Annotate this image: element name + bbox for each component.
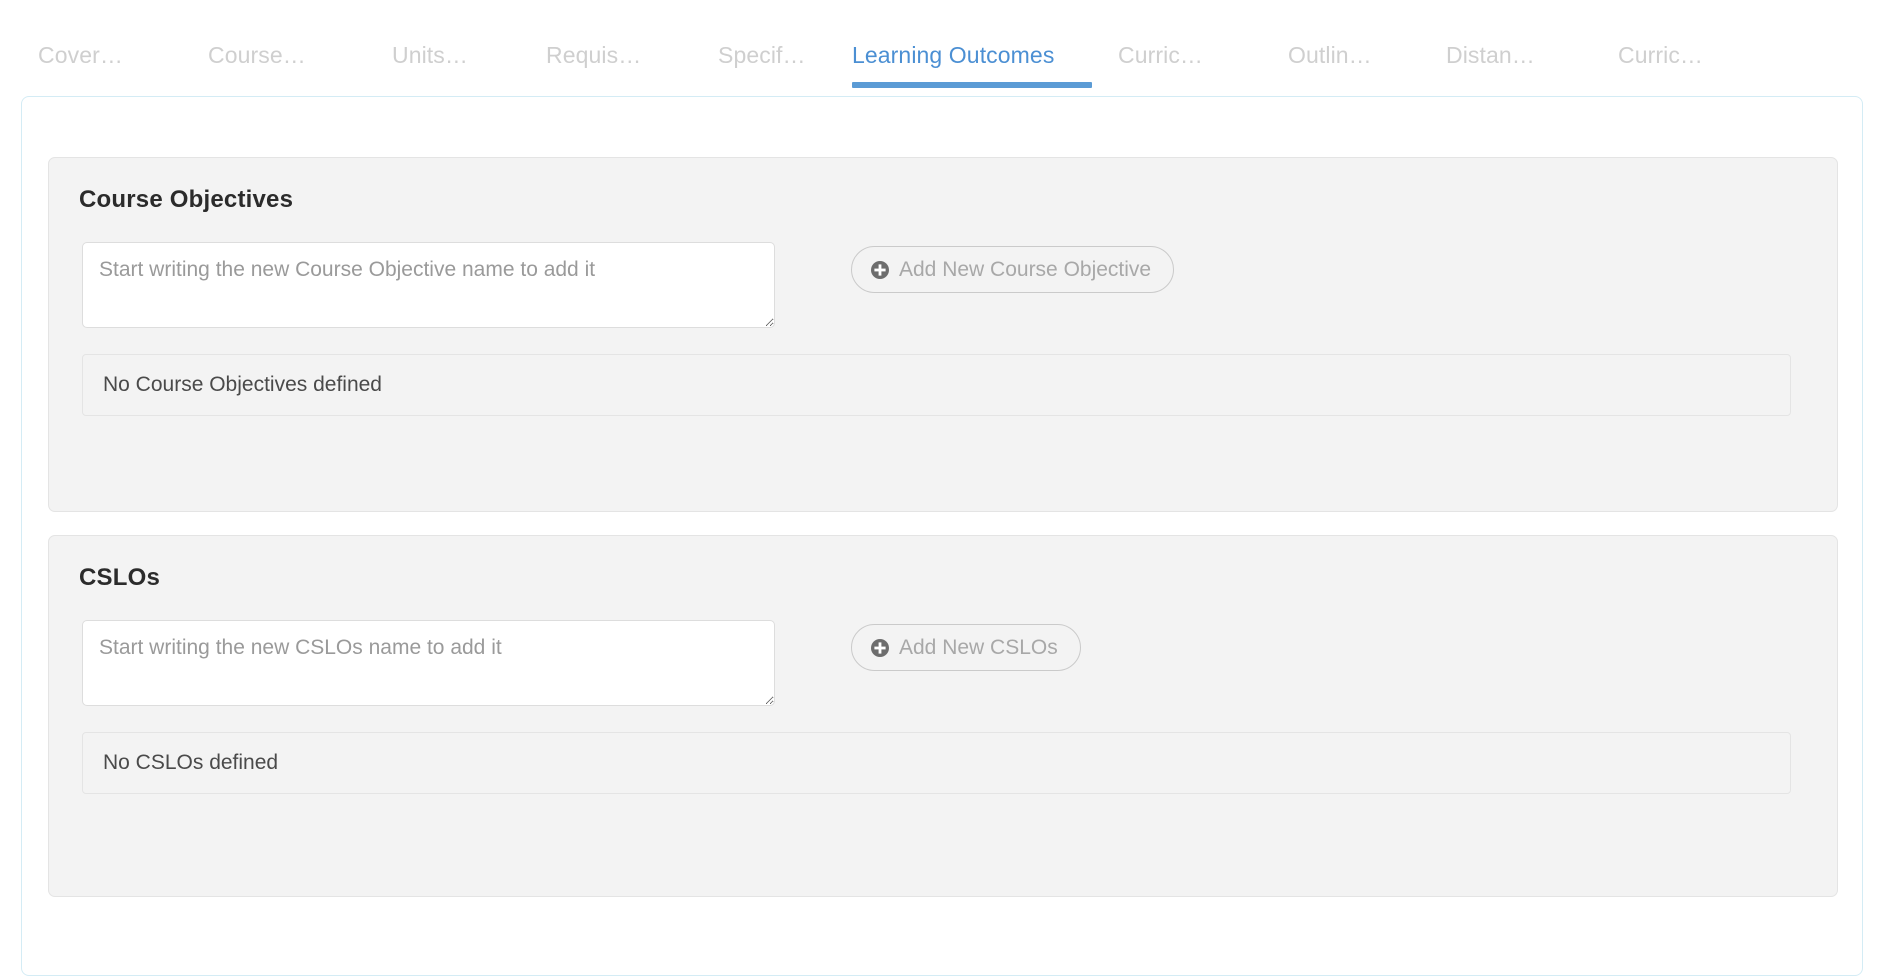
- new-course-objective-input[interactable]: [82, 242, 775, 328]
- tab-label: Distan…: [1446, 42, 1535, 68]
- tab-active-underline: [852, 82, 1092, 88]
- tab-label: Units…: [392, 42, 469, 68]
- tab-bar: Cover… Course… Units… Requis… Specif… Le…: [0, 0, 1888, 95]
- tab-cover[interactable]: Cover…: [38, 40, 142, 88]
- empty-message-text: No Course Objectives defined: [103, 373, 382, 396]
- tab-specifications[interactable]: Specif…: [718, 40, 822, 88]
- add-button-label: Add New CSLOs: [899, 635, 1058, 659]
- new-cslo-input[interactable]: [82, 620, 775, 706]
- tab-course[interactable]: Course…: [208, 40, 326, 88]
- tab-label: Course…: [208, 42, 306, 68]
- no-course-objectives-message: No Course Objectives defined: [82, 354, 1791, 416]
- no-cslos-message: No CSLOs defined: [82, 732, 1791, 794]
- add-button-label: Add New Course Objective: [899, 257, 1152, 281]
- tab-label: Learning Outcomes: [852, 42, 1055, 68]
- tab-label: Cover…: [38, 42, 123, 68]
- tab-learning-outcomes[interactable]: Learning Outcomes: [852, 40, 1092, 88]
- cslos-panel: CSLOs Add New CSLOs No CSLOs defined: [48, 535, 1838, 897]
- tab-outline[interactable]: Outlin…: [1288, 40, 1388, 88]
- add-new-cslos-button[interactable]: Add New CSLOs: [851, 624, 1081, 671]
- tab-label: Specif…: [718, 42, 806, 68]
- cslos-title: CSLOs: [79, 564, 161, 591]
- course-objectives-title: Course Objectives: [79, 186, 294, 213]
- learning-outcomes-panel-container: Course Objectives Add New Course Objecti…: [21, 96, 1863, 976]
- tab-label: Requis…: [546, 42, 642, 68]
- tab-units[interactable]: Units…: [392, 40, 485, 88]
- course-objectives-panel: Course Objectives Add New Course Objecti…: [48, 157, 1838, 512]
- tab-curriculum-1[interactable]: Curric…: [1118, 40, 1221, 88]
- tab-curriculum-2[interactable]: Curric…: [1618, 40, 1721, 88]
- tab-label: Outlin…: [1288, 42, 1372, 68]
- plus-circle-icon: [871, 260, 889, 279]
- tab-label: Curric…: [1118, 42, 1204, 68]
- tab-distance-ed[interactable]: Distan…: [1446, 40, 1553, 88]
- tab-requisites[interactable]: Requis…: [546, 40, 658, 88]
- add-new-course-objective-button[interactable]: Add New Course Objective: [851, 246, 1175, 293]
- plus-circle-icon: [871, 638, 889, 657]
- empty-message-text: No CSLOs defined: [103, 751, 279, 774]
- tab-label: Curric…: [1618, 42, 1704, 68]
